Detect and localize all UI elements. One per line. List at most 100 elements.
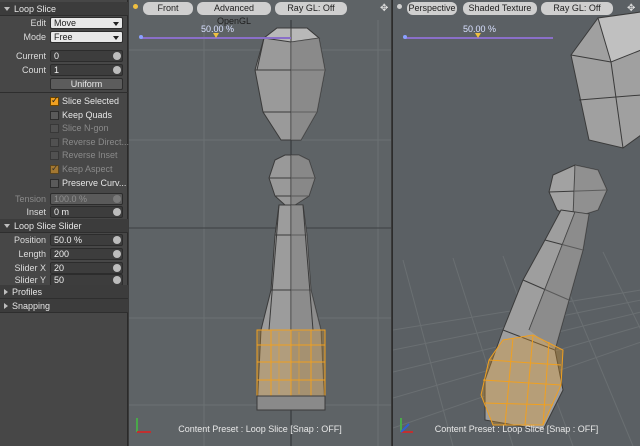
sliderx-value: 20 <box>54 263 65 273</box>
move-viewport-icon[interactable]: ✥ <box>627 3 635 14</box>
move-viewport-icon[interactable]: ✥ <box>380 3 388 14</box>
spinner-icon[interactable] <box>113 52 121 60</box>
divider <box>0 92 128 93</box>
slider-start-handle[interactable] <box>139 35 143 39</box>
viewport-status-text: Content Preset : Loop Slice [Snap : OFF] <box>434 424 599 434</box>
section-title: Profiles <box>12 286 43 297</box>
head-mesh <box>254 27 326 141</box>
edit-label: Edit <box>30 18 46 28</box>
expand-icon <box>4 302 8 309</box>
checkbox <box>50 151 59 161</box>
expand-icon <box>4 288 8 295</box>
collapse-icon <box>4 223 10 228</box>
spinner-icon[interactable] <box>113 250 121 258</box>
front-viewport-canvas <box>129 20 391 446</box>
count-label: Count <box>21 65 46 75</box>
loop-slice-section-header[interactable]: Loop Slice <box>0 2 128 16</box>
length-field[interactable]: 200 <box>50 248 123 260</box>
ray-gl-button[interactable]: Ray GL: Off <box>275 2 347 15</box>
front-viewport[interactable]: Front Advanced OpenGL Ray GL: Off ✥ 50.0… <box>129 0 391 446</box>
checkbox[interactable] <box>50 110 59 120</box>
inset-label: Inset <box>26 207 46 217</box>
slider-knob-icon[interactable] <box>475 33 481 38</box>
slidery-value: 50 <box>54 275 65 285</box>
shading-mode-button[interactable]: Advanced OpenGL <box>197 2 271 26</box>
checkbox-label: Preserve Curv... <box>62 177 127 188</box>
head-mesh <box>570 11 640 149</box>
checkbox-label: Slice N-gon <box>62 123 109 134</box>
position-field[interactable]: 50.0 % <box>50 234 123 246</box>
length-value: 200 <box>54 249 70 259</box>
viewport-status-text: Content Preset : Loop Slice [Snap : OFF] <box>178 424 342 434</box>
checkbox-label: Keep Quads <box>62 109 113 120</box>
viewport-menu-icon[interactable] <box>397 4 402 9</box>
edit-dropdown[interactable]: Move <box>50 17 123 29</box>
mode-label: Mode <box>23 32 46 42</box>
checkbox <box>50 124 59 134</box>
chevron-down-icon <box>113 22 119 26</box>
spinner-icon[interactable] <box>113 66 121 74</box>
spinner-icon[interactable] <box>113 276 121 284</box>
current-row: Current 0 <box>0 50 128 63</box>
mode-row: Mode Free <box>0 31 128 44</box>
current-value: 0 <box>54 51 60 61</box>
checkbox <box>50 163 59 174</box>
length-row: Length 200 <box>0 248 128 261</box>
snapping-section-header[interactable]: Snapping <box>0 299 128 313</box>
sliderx-field[interactable]: 20 <box>50 262 123 274</box>
edit-row: Edit Move <box>0 17 128 30</box>
neck-mesh <box>268 154 316 206</box>
position-label: Position <box>13 235 46 245</box>
collapse-icon <box>4 6 10 11</box>
checkbox[interactable] <box>50 95 59 106</box>
neck-mesh <box>548 164 608 219</box>
spinner-icon <box>113 195 121 203</box>
checkbox[interactable] <box>50 178 59 188</box>
current-field[interactable]: 0 <box>50 50 123 62</box>
tension-label: Tension <box>14 194 46 204</box>
view-type-button[interactable]: Front <box>143 2 193 15</box>
inset-value: 0 m <box>54 207 70 217</box>
uniform-button[interactable]: Uniform <box>50 78 123 90</box>
section-title: Loop Slice <box>14 3 57 14</box>
tension-field: 100.0 % <box>50 193 123 205</box>
checkbox-label: Slice Selected <box>62 96 120 106</box>
view-type-button[interactable]: Perspective <box>407 2 457 15</box>
loop-slice-slider-section-header[interactable]: Loop Slice Slider <box>0 219 128 233</box>
count-row: Count 1 <box>0 64 128 77</box>
spinner-icon[interactable] <box>113 264 121 272</box>
shading-mode-button[interactable]: Shaded Texture <box>463 2 537 15</box>
current-label: Current <box>15 51 46 61</box>
mode-value: Free <box>54 32 73 42</box>
selected-base-mesh <box>256 329 326 397</box>
section-title: Snapping <box>12 300 51 311</box>
profiles-section-header[interactable]: Profiles <box>0 285 128 299</box>
inset-field[interactable]: 0 m <box>50 206 123 218</box>
checkbox-label: Keep Aspect <box>62 164 113 174</box>
edit-value: Move <box>54 18 77 28</box>
tension-value: 100.0 % <box>54 194 88 204</box>
spinner-icon[interactable] <box>113 208 121 216</box>
perspective-viewport-canvas <box>393 11 640 446</box>
viewport-menu-icon[interactable] <box>133 4 138 9</box>
slider-start-handle[interactable] <box>403 35 407 39</box>
tension-row: Tension 100.0 % <box>0 193 128 206</box>
count-value: 1 <box>54 65 60 75</box>
checkbox-label: Reverse Inset <box>62 150 118 161</box>
ray-gl-button[interactable]: Ray GL: Off <box>541 2 613 15</box>
section-title: Loop Slice Slider <box>14 220 82 231</box>
perspective-viewport[interactable]: Perspective Shaded Texture Ray GL: Off ✥… <box>392 0 640 446</box>
spinner-icon[interactable] <box>113 236 121 244</box>
position-value: 50.0 % <box>54 235 83 245</box>
checkbox-label: Reverse Direct... <box>62 136 130 147</box>
length-label: Length <box>18 249 46 259</box>
slider-knob-icon[interactable] <box>213 33 219 38</box>
checkbox <box>50 137 59 147</box>
inset-row: Inset 0 m <box>0 206 128 219</box>
slidery-label: Slider Y <box>14 275 46 285</box>
sliderx-label: Slider X <box>14 263 46 273</box>
position-row: Position 50.0 % <box>0 234 128 247</box>
count-field[interactable]: 1 <box>50 64 123 76</box>
chevron-down-icon <box>113 36 119 40</box>
mode-dropdown[interactable]: Free <box>50 31 123 43</box>
